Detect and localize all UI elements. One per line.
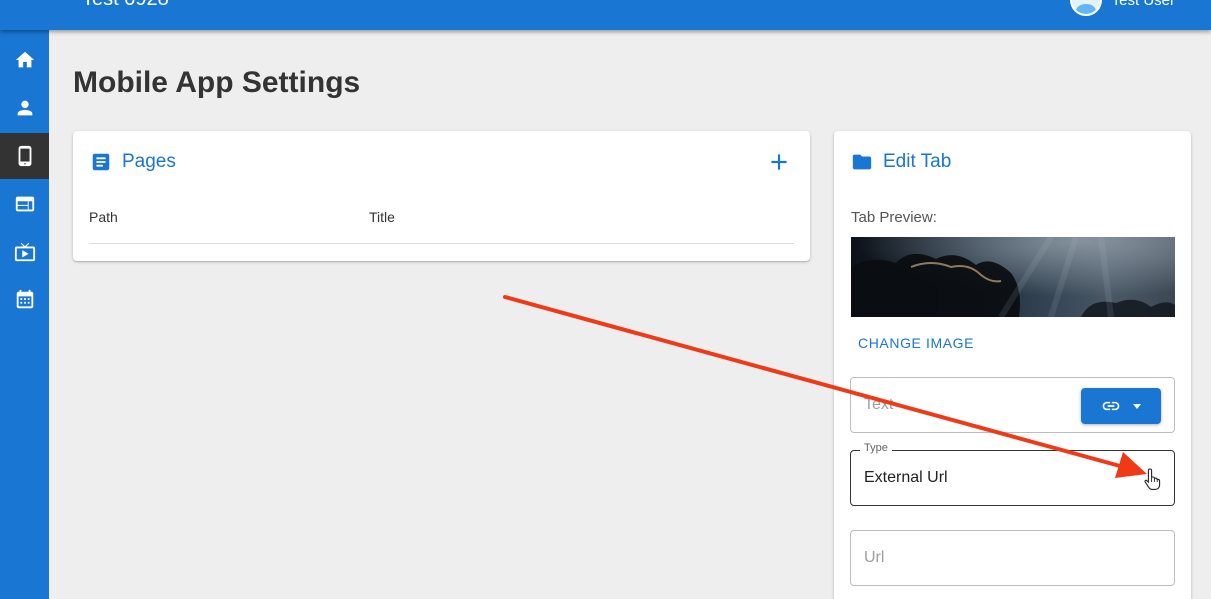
sidebar-item-calendar[interactable] [0, 277, 49, 323]
document-icon [92, 153, 110, 171]
hand-pointer-icon[interactable] [1142, 467, 1162, 491]
calendar-icon [16, 289, 33, 309]
column-header-title[interactable]: Title [369, 209, 395, 225]
folder-icon [852, 154, 872, 170]
mobile-phone-icon [18, 145, 31, 167]
tab-url-input[interactable] [864, 545, 1074, 571]
user-menu[interactable]: Test User [1069, 0, 1175, 16]
pages-card-header: Pages [90, 151, 176, 173]
table-divider [89, 243, 794, 244]
sidebar-item-home[interactable] [0, 37, 49, 83]
tab-text-field [850, 377, 1175, 433]
cloud-sky-image [851, 237, 1175, 317]
link-dropdown-button[interactable] [1081, 388, 1161, 424]
sidebar-item-media[interactable] [0, 229, 49, 275]
home-icon [15, 51, 34, 68]
pages-card-title: Pages [122, 151, 176, 172]
tab-preview-image [851, 237, 1175, 317]
type-selected-value: External Url [864, 469, 948, 486]
add-page-button[interactable] [766, 149, 792, 175]
sidebar [0, 30, 49, 599]
tab-url-field [850, 530, 1175, 586]
page-title: Mobile App Settings [73, 66, 361, 99]
app-bar: Test 0928 Test User [0, 0, 1211, 30]
tab-type-select[interactable]: Type External Url [850, 442, 1175, 506]
web-icon [15, 196, 34, 212]
app-title: Test 0928 [82, 0, 169, 11]
change-image-button[interactable]: CHANGE IMAGE [851, 331, 981, 355]
chevron-down-icon [1133, 403, 1141, 409]
type-field-label: Type [860, 442, 892, 454]
sidebar-item-people[interactable] [0, 85, 49, 131]
tab-preview-label: Tab Preview: [851, 209, 937, 226]
edit-tab-card: Edit Tab Tab Preview: CHANGE IMAGE Type [834, 131, 1191, 599]
tab-text-input[interactable] [864, 392, 1074, 418]
column-header-path[interactable]: Path [89, 209, 118, 225]
edit-tab-card-title: Edit Tab [883, 151, 952, 172]
plus-icon [771, 154, 787, 170]
user-name: Test User [1111, 0, 1175, 9]
sidebar-item-web[interactable] [0, 181, 49, 227]
link-icon [1102, 401, 1120, 411]
menu-icon[interactable] [14, 0, 36, 14]
avatar [1069, 0, 1102, 16]
tv-play-icon [14, 242, 35, 262]
edit-tab-card-header: Edit Tab [851, 151, 951, 173]
pages-card: Pages Path Title [73, 131, 810, 261]
sidebar-item-mobile[interactable] [0, 133, 49, 179]
person-icon [17, 100, 32, 116]
